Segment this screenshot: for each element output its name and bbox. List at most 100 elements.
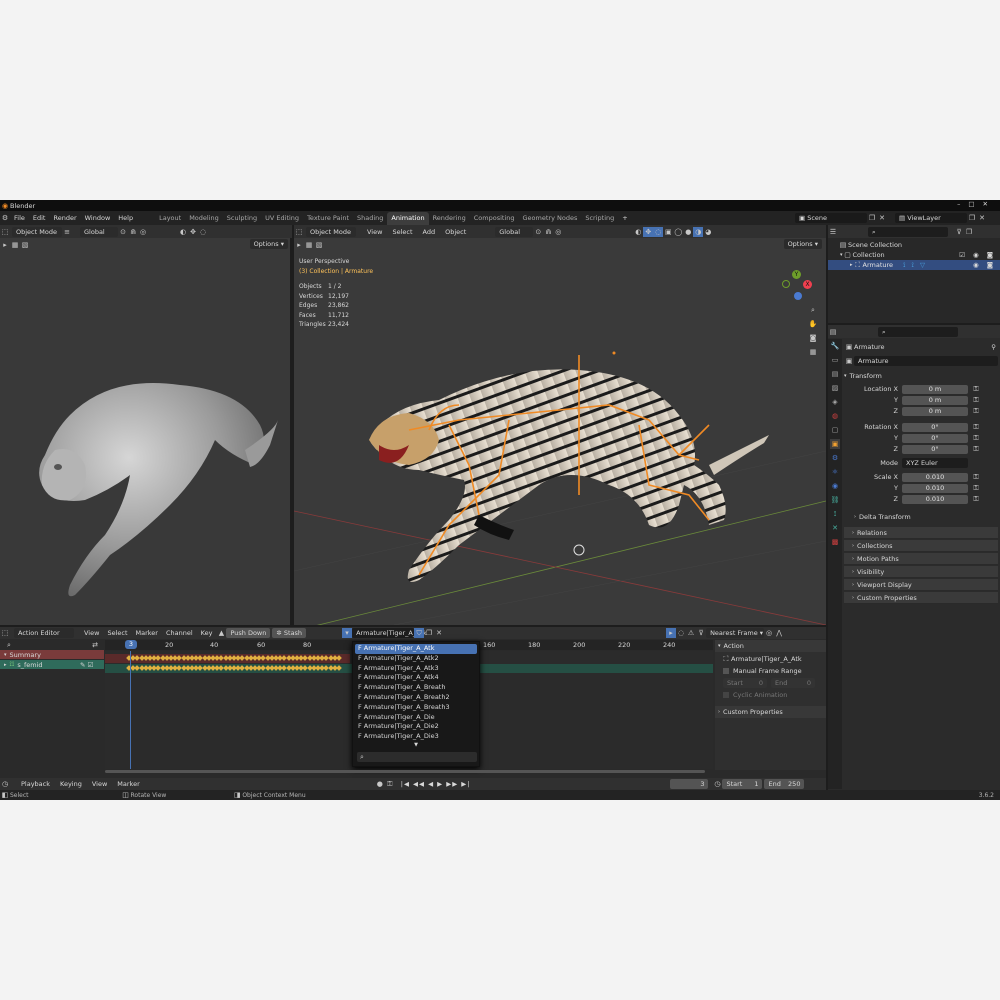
action-editor-mode[interactable]: Action Editor bbox=[14, 628, 74, 638]
overlay-icon[interactable]: ◌ bbox=[198, 227, 208, 237]
workspace-tab-shading[interactable]: Shading bbox=[353, 212, 387, 225]
scene-icon[interactable]: ◈ bbox=[830, 397, 840, 407]
panel-custom-properties[interactable]: › Custom Properties bbox=[844, 592, 998, 604]
proportional-icon[interactable]: ◎ bbox=[138, 227, 148, 237]
tool-select-icon[interactable]: ▸ bbox=[294, 240, 304, 250]
timeline-menu-playback[interactable]: Playback bbox=[21, 780, 50, 788]
workspace-tab-animation[interactable]: Animation bbox=[387, 211, 429, 225]
outliner-armature[interactable]: ▸ ⛶ Armature ⟟ ⟟ ▽ ◉ ◙ bbox=[828, 260, 1000, 270]
snap-mode-select[interactable]: Nearest Frame ▾ bbox=[706, 628, 765, 638]
workspace-tab-scripting[interactable]: Scripting bbox=[581, 212, 618, 225]
main-orientation-select[interactable]: Global bbox=[495, 226, 534, 237]
only-selected-icon[interactable]: ▸ bbox=[666, 628, 677, 638]
particles-icon[interactable]: ⚛ bbox=[830, 467, 840, 477]
keying-set-icon[interactable]: ⚿ bbox=[385, 779, 395, 789]
left-viewport[interactable]: ⬚ Object Mode ≡ Global ⊙ ⋒ ◎ ◐ ✥ ◌ ▸ ▦ ▧… bbox=[0, 225, 292, 625]
duplicate-action-icon[interactable]: ❐ bbox=[424, 628, 434, 638]
scene-copy-icon[interactable]: ❐ bbox=[867, 213, 877, 223]
timeline-start-field[interactable]: Start 1 bbox=[722, 779, 763, 789]
only-errors-icon[interactable]: ⚠ bbox=[686, 628, 696, 638]
delta-transform-header[interactable]: › Delta Transform bbox=[844, 511, 998, 523]
timeline-menu-marker[interactable]: Marker bbox=[117, 780, 139, 788]
action-menu-view[interactable]: View bbox=[84, 629, 99, 637]
channel-toggle-icons[interactable]: ✎☑ bbox=[80, 661, 95, 669]
action-panel-header[interactable]: ▾ Action bbox=[715, 640, 826, 652]
end-frame-field[interactable]: End 0 bbox=[771, 678, 815, 688]
collection-icon[interactable]: ▢ bbox=[830, 425, 840, 435]
shading-render-icon[interactable]: ◕ bbox=[703, 227, 713, 237]
action-menu-channel[interactable]: Channel bbox=[166, 629, 193, 637]
transform-value-field[interactable]: 0° bbox=[902, 433, 968, 443]
viewport-menu-object[interactable]: Object bbox=[445, 228, 466, 236]
action-search-input[interactable]: ⌕ bbox=[357, 752, 477, 762]
search-icon[interactable]: ⌕ bbox=[4, 640, 14, 650]
shading-material-icon[interactable]: ◑ bbox=[693, 226, 704, 237]
record-icon[interactable]: ● bbox=[375, 779, 385, 789]
workspace-tab-modeling[interactable]: Modeling bbox=[185, 212, 223, 225]
new-collection-icon[interactable]: ❐ bbox=[964, 227, 974, 237]
workspace-tab-sculpting[interactable]: Sculpting bbox=[223, 212, 261, 225]
viewport-menu-view[interactable]: View bbox=[367, 228, 382, 236]
world-icon[interactable]: ◍ bbox=[830, 411, 840, 421]
editor-type-icon[interactable]: ◷ bbox=[0, 779, 10, 789]
proportional-edit-icon[interactable]: ◎ bbox=[764, 628, 774, 638]
timeline-menu-view[interactable]: View bbox=[92, 780, 107, 788]
fake-user-icon[interactable]: ⛉ bbox=[414, 628, 425, 638]
action-menu-marker[interactable]: Marker bbox=[136, 629, 158, 637]
current-frame-field[interactable]: 3 bbox=[670, 779, 709, 789]
manual-range-row[interactable]: Manual Frame Range bbox=[715, 665, 826, 677]
lock-icon[interactable]: ⚿ bbox=[971, 444, 981, 454]
lock-icon[interactable]: ⚿ bbox=[971, 384, 981, 394]
workspace-tab-texture-paint[interactable]: Texture Paint bbox=[303, 212, 353, 225]
object-name-field[interactable]: Armature bbox=[854, 355, 998, 366]
constraint-icon[interactable]: ⛓ bbox=[830, 495, 840, 505]
push-down-button[interactable]: Push Down bbox=[226, 628, 271, 638]
transform-value-field[interactable]: 0.010 bbox=[902, 483, 968, 493]
action-name-field[interactable]: Armature|Tiger_A_Atk bbox=[352, 628, 427, 638]
xray-icon[interactable]: ▣ bbox=[663, 227, 673, 237]
start-frame-field[interactable]: Start 0 bbox=[723, 678, 767, 688]
lock-icon[interactable]: ⚿ bbox=[971, 494, 981, 504]
show-hidden-icon[interactable]: ◌ bbox=[676, 628, 686, 638]
pivot-icon[interactable]: ⊙ bbox=[118, 227, 128, 237]
transform-value-field[interactable]: 0.010 bbox=[902, 494, 968, 504]
action-option[interactable]: F Armature|Tiger_A_Breath bbox=[355, 683, 477, 693]
tool-select-icon[interactable]: ▸ bbox=[0, 240, 10, 250]
current-frame-indicator[interactable]: 3 bbox=[125, 640, 137, 649]
bone-channel[interactable]: ▸ ⟟⟟ s_femid ✎☑ bbox=[0, 660, 104, 669]
lock-icon[interactable]: ⚿ bbox=[971, 472, 981, 482]
transform-value-field[interactable]: 0 m bbox=[902, 395, 968, 405]
transform-value-field[interactable]: 0 m bbox=[902, 384, 968, 394]
action-option[interactable]: F Armature|Tiger_A_Atk2 bbox=[355, 654, 477, 664]
action-option[interactable]: F Armature|Tiger_A_Atk4 bbox=[355, 673, 477, 683]
texture-icon[interactable]: ▩ bbox=[830, 537, 840, 547]
editor-type-icon[interactable]: ⬚ bbox=[0, 227, 10, 237]
action-option[interactable]: F Armature|Tiger_A_Die3 bbox=[355, 732, 477, 742]
timeline-end-field[interactable]: End 250 bbox=[764, 779, 805, 789]
transform-value-field[interactable]: 0 m bbox=[902, 406, 968, 416]
menu-window[interactable]: Window bbox=[85, 214, 111, 222]
snap-icon[interactable]: ⋒ bbox=[543, 227, 553, 237]
outliner-collection[interactable]: ▾ ▢ Collection ☑ ◉ ◙ bbox=[828, 250, 1000, 260]
transform-value-field[interactable]: 0° bbox=[902, 444, 968, 454]
workspace-tab-rendering[interactable]: Rendering bbox=[429, 212, 470, 225]
properties-editor[interactable]: ▤ ⌕ 🔧▭▤▨◈◍▢▣⚙⚛◉⛓⟟✕▩ ▣ Armature ⚲ ▣ Armature… bbox=[828, 325, 1000, 790]
properties-search-input[interactable]: ⌕ bbox=[878, 326, 958, 337]
custom-props-header[interactable]: › Custom Properties bbox=[715, 706, 826, 718]
select-extend-icon[interactable]: ▧ bbox=[20, 240, 30, 250]
outliner-scene-collection[interactable]: ▤ Scene Collection bbox=[828, 240, 1000, 250]
menu-file[interactable]: File bbox=[14, 214, 25, 222]
lock-icon[interactable]: ⚿ bbox=[971, 433, 981, 443]
panel-collections[interactable]: › Collections bbox=[844, 540, 998, 552]
outliner-search-input[interactable]: ⌕ bbox=[868, 226, 948, 237]
object-icon[interactable]: ▣ bbox=[830, 439, 840, 449]
filter-icon[interactable]: ⊽ bbox=[696, 628, 706, 638]
transform-value-field[interactable]: 0° bbox=[902, 422, 968, 432]
horizontal-scrollbar[interactable] bbox=[105, 770, 705, 773]
unlink-action-icon[interactable]: ✕ bbox=[434, 628, 444, 638]
panel-relations[interactable]: › Relations bbox=[844, 527, 998, 539]
render-icon[interactable]: ▭ bbox=[830, 355, 840, 365]
shading-wire-icon[interactable]: ◯ bbox=[673, 227, 683, 237]
collection-visibility-icons[interactable]: ☑ ◉ ◙ bbox=[959, 251, 996, 259]
scroll-down-icon[interactable]: ▼ bbox=[353, 742, 479, 748]
